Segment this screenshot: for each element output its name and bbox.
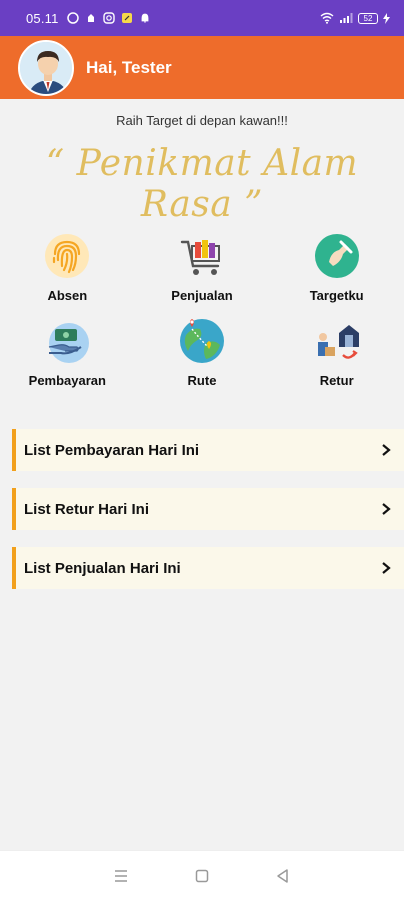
menu-pembayaran[interactable]: Pembayaran bbox=[0, 317, 135, 388]
bell-icon bbox=[141, 13, 148, 23]
avatar[interactable] bbox=[18, 39, 74, 96]
motto-text: Raih Target di depan kawan!!! bbox=[116, 113, 288, 128]
battery-icon: 52 bbox=[358, 12, 378, 24]
list-label: List Penjualan Hari Ini bbox=[24, 559, 181, 577]
globe-route-icon bbox=[179, 319, 224, 363]
menu-label: Targetku bbox=[309, 288, 364, 303]
fingerprint-icon bbox=[45, 234, 90, 278]
home-icon[interactable] bbox=[193, 867, 211, 885]
brand-title: “ Penikmat Alam Rasa ” bbox=[45, 143, 359, 225]
menu-label: Absen bbox=[47, 288, 88, 303]
back-icon[interactable] bbox=[274, 867, 292, 885]
app-notification-icon bbox=[87, 14, 94, 22]
menu-grid: Absen Penjualan Targetku Pembayaran Rute… bbox=[0, 232, 404, 388]
menu-penjualan[interactable]: Penjualan bbox=[135, 232, 270, 303]
recent-apps-icon[interactable] bbox=[112, 867, 130, 885]
list-label: List Pembayaran Hari Ini bbox=[24, 441, 200, 459]
menu-retur[interactable]: Retur bbox=[269, 317, 404, 388]
chevron-right-icon bbox=[382, 562, 391, 574]
menu-rute[interactable]: Rute bbox=[135, 317, 270, 388]
charging-icon bbox=[383, 12, 390, 24]
user-avatar-icon bbox=[20, 41, 72, 94]
menu-label: Rute bbox=[187, 373, 217, 388]
list-penjualan-card[interactable]: List Penjualan Hari Ini bbox=[12, 547, 404, 589]
battery-level: 52 bbox=[363, 13, 373, 23]
wifi-icon bbox=[320, 12, 334, 24]
status-right: 52 bbox=[320, 12, 390, 24]
instagram-icon bbox=[102, 12, 115, 24]
payment-icon bbox=[49, 323, 90, 363]
menu-label: Pembayaran bbox=[28, 373, 106, 388]
chevron-right-icon bbox=[382, 444, 391, 456]
return-icon bbox=[317, 325, 359, 359]
signal-icon bbox=[340, 13, 353, 23]
menu-label: Retur bbox=[319, 373, 354, 388]
notes-icon bbox=[121, 13, 132, 23]
status-time: 05.11 bbox=[26, 10, 59, 26]
greeting-text: Hai, Tester bbox=[86, 57, 172, 77]
target-icon bbox=[314, 234, 359, 278]
notification-icons bbox=[66, 12, 151, 24]
list-label: List Retur Hari Ini bbox=[24, 500, 150, 518]
shopping-cart-icon bbox=[180, 240, 220, 275]
status-bar: 05.11 52 bbox=[0, 0, 404, 36]
list-retur-card[interactable]: List Retur Hari Ini bbox=[12, 488, 404, 530]
menu-targetku[interactable]: Targetku bbox=[269, 232, 404, 303]
app-header: Hai, Tester bbox=[0, 36, 404, 99]
list-pembayaran-card[interactable]: List Pembayaran Hari Ini bbox=[12, 429, 404, 471]
menu-label: Penjualan bbox=[171, 288, 233, 303]
navigation-bar bbox=[0, 850, 404, 900]
chevron-right-icon bbox=[382, 503, 391, 515]
whatsapp-icon bbox=[66, 12, 79, 24]
menu-absen[interactable]: Absen bbox=[0, 232, 135, 303]
